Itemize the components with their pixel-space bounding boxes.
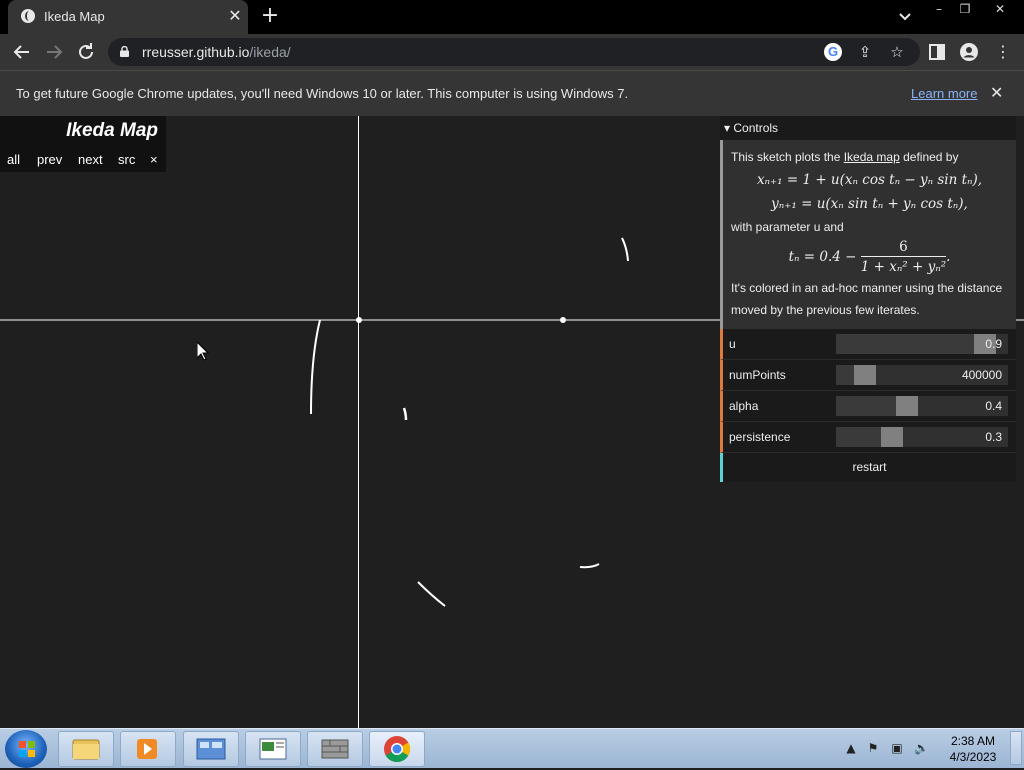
ikeda-map-link[interactable]: Ikeda map [844,150,900,164]
mouse-cursor-icon [197,342,209,361]
coloring-note: It's colored in an ad-hoc manner using t… [731,281,1003,317]
windows-taskbar: ▲ ⚑ ▣ 🔈 2:38 AM 4/3/2023 [0,728,1024,768]
nav-link-next[interactable]: next [78,152,103,167]
controls-description: This sketch plots the Ikeda map defined … [720,140,1016,329]
show-desktop-button[interactable] [1010,731,1022,765]
browser-tab[interactable]: Ikeda Map ✕ [8,0,248,34]
sketch-title: Ikeda Map [66,120,158,141]
unit-point [560,317,566,323]
url-text[interactable]: rreusser.github.io/ikeda/ [142,44,291,60]
slider-row-alpha: alpha 0.4 [720,391,1016,422]
origin-point [356,317,362,323]
start-button[interactable] [5,730,47,768]
equation-t: tₙ = 0.4 − 61 + xₙ² + yₙ². [788,239,951,275]
address-bar[interactable]: rreusser.github.io/ikeda/ G ⇪ ☆ [108,38,920,66]
chrome-icon[interactable] [369,731,425,767]
nav-link-src[interactable]: src [118,152,135,167]
equation-y: yₙ₊₁ = u(xₙ sin tₙ + yₙ cos tₙ), [771,196,968,212]
infobar-message: To get future Google Chrome updates, you… [16,86,629,101]
back-arrow-icon[interactable] [10,40,34,64]
attractor-arc [402,407,408,421]
windows-logo-icon [19,741,35,757]
controls-toggle[interactable]: ▾ Controls [720,116,1016,140]
slider-handle[interactable] [881,427,903,447]
infobar-close-icon[interactable]: ✕ [990,83,1003,102]
nav-close-link[interactable]: × [150,152,158,167]
file-explorer-icon[interactable] [58,731,114,767]
show-hidden-icons-icon[interactable]: ▲ [844,741,858,755]
firewall-icon[interactable] [307,731,363,767]
page-content: Ikeda Map all prev next src × ▾ Controls… [0,116,1024,728]
slider-row-u: u 0.9 [720,329,1016,360]
restart-button[interactable]: restart [720,453,1016,482]
u-slider[interactable]: 0.9 [836,334,1008,354]
tab-title: Ikeda Map [44,9,105,24]
volume-muted-icon[interactable]: 🔈 [914,741,929,755]
attractor-arc [310,319,321,415]
bookmark-star-icon[interactable]: ☆ [888,43,906,61]
document-viewer-icon[interactable] [245,731,301,767]
controls-panel: ▾ Controls This sketch plots the Ikeda m… [720,116,1016,482]
globe-icon [21,9,35,23]
share-icon[interactable]: ⇪ [856,43,874,61]
new-tab-button[interactable]: + [259,5,281,27]
attractor-arc [417,581,446,607]
attractor-arc [621,237,629,262]
lock-icon[interactable] [120,46,129,57]
slider-handle[interactable] [854,365,876,385]
minimize-button[interactable]: – [926,0,952,18]
attractor-arc [579,563,600,569]
nav-link-prev[interactable]: prev [37,152,62,167]
side-panel-icon[interactable] [928,43,946,61]
network-icon[interactable]: ▣ [890,741,904,755]
close-tab-icon[interactable]: ✕ [226,7,244,25]
action-center-flag-icon[interactable]: ⚑ [866,741,880,755]
persistence-slider[interactable]: 0.3 [836,427,1008,447]
equation-x: xₙ₊₁ = 1 + u(xₙ cos tₙ − yₙ sin tₙ), [756,172,983,188]
restore-button[interactable]: ❐ [952,0,978,18]
sketch-nav: Ikeda Map all prev next src × [0,116,166,172]
learn-more-link[interactable]: Learn more [911,86,977,101]
browser-tab-strip: Ikeda Map ✕ + – ❐ ✕ [0,0,1024,34]
profile-avatar-icon[interactable] [960,43,978,61]
slider-handle[interactable] [896,396,918,416]
slider-row-numpoints: numPoints 400000 [720,360,1016,391]
alpha-slider[interactable]: 0.4 [836,396,1008,416]
more-menu-icon[interactable]: ⋮ [994,43,1012,61]
numpoints-slider[interactable]: 400000 [836,365,1008,385]
slider-row-persistence: persistence 0.3 [720,422,1016,453]
tab-search-chevron-icon[interactable] [896,9,914,25]
nav-link-all[interactable]: all [7,152,20,167]
media-player-icon[interactable] [120,731,176,767]
reload-icon[interactable] [74,40,98,64]
window-close-button[interactable]: ✕ [978,0,1022,18]
forward-arrow-icon[interactable] [42,40,66,64]
control-panel-icon[interactable] [183,731,239,767]
with-parameter-text: with parameter u and [731,220,844,234]
update-infobar: To get future Google Chrome updates, you… [0,70,1024,116]
google-lens-icon[interactable]: G [824,43,842,61]
system-clock[interactable]: 2:38 AM 4/3/2023 [942,733,1004,765]
browser-toolbar: rreusser.github.io/ikeda/ G ⇪ ☆ ⋮ [0,34,1024,70]
